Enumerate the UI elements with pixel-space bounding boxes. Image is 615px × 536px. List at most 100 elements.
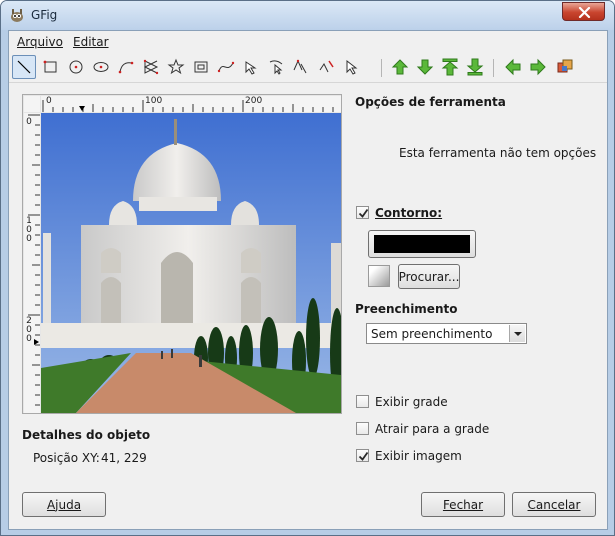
close-button-label: Fechar (442, 497, 484, 512)
stroke-brush-preview[interactable] (368, 265, 390, 287)
help-button-label: Ajuda (46, 497, 82, 512)
cancel-button-label: Cancelar (527, 497, 581, 512)
select-arrow-icon (346, 59, 358, 75)
fill-type-value: Sem preenchimento (371, 327, 493, 341)
raise-to-top-button[interactable] (438, 55, 462, 79)
show-image-checkbox[interactable] (356, 449, 369, 462)
close-button[interactable]: Fechar (421, 492, 505, 517)
move-point-icon (269, 60, 283, 75)
ruler-h-label: 100 (145, 96, 163, 106)
select-object-tool[interactable] (339, 55, 363, 79)
show-all-button[interactable] (553, 55, 577, 79)
select-arrow (509, 325, 525, 342)
arrow-down-icon (416, 59, 434, 75)
ruler-v-label-200: 200 (26, 316, 32, 344)
preview-canvas[interactable] (41, 113, 341, 413)
ruler-position-marker (34, 339, 39, 345)
star-tool[interactable] (164, 55, 188, 79)
stroke-label[interactable]: Contorno: (375, 206, 442, 220)
menu-editar[interactable]: Editar (73, 35, 109, 49)
copy-object-icon (293, 59, 307, 74)
preview-image (41, 113, 341, 413)
ruler-v-label: 0 (26, 117, 32, 127)
stroke-checkbox[interactable] (356, 206, 369, 219)
menu-bar: Arquivo Editar (9, 31, 607, 53)
horizontal-ruler: 0 100 200 (41, 96, 341, 112)
menu-arquivo[interactable]: Arquivo (17, 35, 63, 49)
browse-button[interactable]: Procurar... (398, 264, 460, 289)
window-title: GFig (31, 8, 58, 22)
spiral-icon (194, 61, 208, 73)
toolbar-separator (493, 59, 494, 77)
arc-icon (118, 61, 134, 74)
browse-button-label: Procurar... (398, 269, 460, 284)
stroke-color-button[interactable] (368, 230, 476, 258)
snap-to-grid-label[interactable]: Atrair para a grade (375, 422, 489, 436)
show-image-label[interactable]: Exibir imagem (375, 449, 462, 463)
line-tool[interactable] (12, 55, 36, 79)
show-next-button[interactable] (526, 55, 550, 79)
arrow-up-icon (391, 59, 409, 75)
fill-type-select[interactable]: Sem preenchimento (366, 323, 527, 344)
move-object-icon (245, 61, 257, 75)
rectangle-tool[interactable] (39, 55, 63, 79)
arrow-bottom-icon (466, 58, 484, 76)
position-xy-value: 41, 229 (101, 451, 147, 465)
show-all-icon (557, 59, 573, 73)
arrow-left-icon (505, 58, 521, 76)
window-close-button[interactable] (562, 2, 605, 21)
move-object-tool[interactable] (239, 55, 263, 79)
rectangle-icon (43, 60, 57, 73)
preview-area: 0 100 200 0 1 0 0 2 0 0 (22, 94, 342, 414)
star-icon (167, 58, 185, 75)
delete-object-tool[interactable] (314, 55, 338, 79)
ruler-v-label-100: 100 (26, 216, 32, 244)
fill-title: Preenchimento (355, 302, 458, 316)
polygon-icon (143, 59, 159, 75)
bezier-icon (217, 61, 235, 73)
show-grid-label[interactable]: Exibir grade (375, 395, 448, 409)
dialog-body: Arquivo Editar 0 100 200 0 1 0 0 2 0 0 O… (8, 30, 608, 530)
lower-object-button[interactable] (413, 55, 437, 79)
move-point-tool[interactable] (264, 55, 288, 79)
spiral-tool[interactable] (189, 55, 213, 79)
line-icon (17, 60, 31, 74)
delete-object-icon (319, 60, 334, 73)
object-details-title: Detalhes do objeto (22, 428, 151, 442)
checkmark-icon (358, 451, 369, 461)
lower-to-bottom-button[interactable] (463, 55, 487, 79)
title-bar[interactable]: GFig (1, 1, 614, 30)
show-grid-checkbox[interactable] (356, 395, 369, 408)
tool-options-title: Opções de ferramenta (355, 95, 506, 109)
position-xy-label: Posição XY: (33, 451, 100, 465)
bezier-tool[interactable] (214, 55, 238, 79)
arrow-right-icon (530, 58, 546, 76)
help-button[interactable]: Ajuda (22, 492, 106, 517)
circle-icon (69, 60, 83, 74)
chevron-down-icon (514, 332, 522, 336)
toolbar-separator (381, 59, 382, 77)
close-icon (578, 7, 591, 18)
checkmark-icon (358, 208, 369, 218)
gfig-window: GFig Arquivo Editar 0 100 200 0 1 0 0 2 … (0, 0, 615, 536)
circle-tool[interactable] (64, 55, 88, 79)
tool-options-message: Esta ferramenta não tem opções (399, 146, 597, 160)
vertical-ruler: 0 100 200 (24, 113, 40, 413)
raise-object-button[interactable] (388, 55, 412, 79)
polygon-tool[interactable] (139, 55, 163, 79)
ruler-h-label: 0 (46, 96, 52, 106)
gimp-app-icon (11, 9, 23, 22)
show-previous-button[interactable] (501, 55, 525, 79)
ruler-position-marker (79, 106, 85, 111)
arc-tool[interactable] (114, 55, 138, 79)
copy-object-tool[interactable] (289, 55, 313, 79)
ellipse-tool[interactable] (89, 55, 113, 79)
tool-bar (9, 53, 607, 83)
stroke-color-swatch (374, 235, 470, 253)
ellipse-icon (93, 62, 109, 72)
snap-to-grid-checkbox[interactable] (356, 422, 369, 435)
arrow-top-icon (441, 58, 459, 76)
cancel-button[interactable]: Cancelar (512, 492, 596, 517)
ruler-corner (24, 96, 40, 112)
ruler-h-label: 200 (245, 96, 263, 106)
